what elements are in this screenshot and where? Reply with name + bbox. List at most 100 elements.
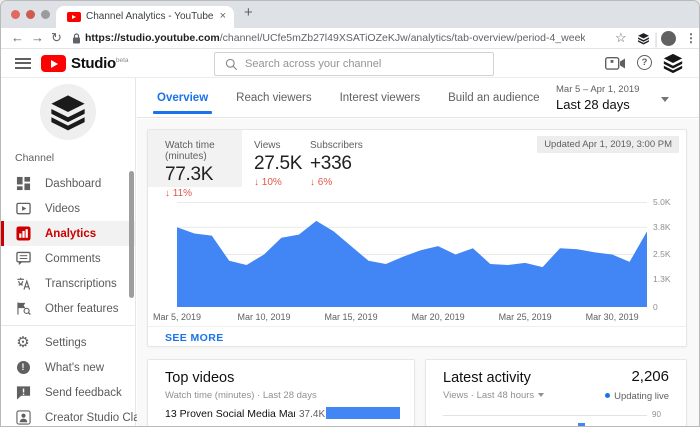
dashboard-icon: [15, 176, 31, 192]
sidebar-section-label: Channel: [15, 152, 54, 164]
metric-tab-watch-time[interactable]: Watch time (minutes) 77.3K ↓ 11%: [148, 130, 242, 187]
close-window-button[interactable]: [11, 10, 20, 19]
sidebar-item-label: Transcriptions: [45, 278, 117, 290]
back-button[interactable]: ←: [11, 28, 24, 49]
sidebar-item-label: Settings: [45, 337, 87, 349]
y-axis-tick: 2.5K: [653, 249, 671, 259]
bookmark-star-icon[interactable]: ☆: [615, 28, 627, 49]
browser-tab[interactable]: Channel Analytics - YouTube S ×: [56, 6, 234, 28]
tab-title: Channel Analytics - YouTube S: [86, 11, 216, 22]
latest-activity-bar: [578, 423, 585, 427]
metric-label: Watch time (minutes): [165, 140, 242, 162]
new-tab-button[interactable]: +: [244, 4, 253, 21]
top-video-row-value: 37.4K: [299, 409, 325, 420]
metric-delta: ↓ 11%: [165, 188, 242, 199]
analytics-icon: [15, 226, 31, 242]
browser-menu-icon[interactable]: ⋮: [685, 28, 697, 49]
x-axis-tick: Mar 25, 2019: [499, 312, 552, 322]
help-icon[interactable]: ?: [637, 55, 652, 70]
sidebar-item-settings[interactable]: ⚙ Settings: [1, 330, 135, 355]
sidebar-item-label: Other features: [45, 303, 119, 315]
sidebar-item-comments[interactable]: Comments: [1, 246, 135, 271]
studio-header: Studiobeta ?: [1, 49, 700, 78]
latest-activity-caret-icon[interactable]: [538, 393, 544, 397]
tab-interest-viewers[interactable]: Interest viewers: [326, 78, 435, 118]
top-videos-title: Top videos: [165, 370, 234, 386]
watch-time-area-chart: [177, 202, 647, 307]
sidebar-scrollbar[interactable]: [129, 171, 134, 298]
youtube-favicon-icon: [67, 12, 81, 22]
x-axis: Mar 5, 2019 Mar 10, 2019 Mar 15, 2019 Ma…: [177, 312, 647, 324]
browser-profile-avatar[interactable]: [661, 31, 676, 46]
date-range-text: Mar 5 – Apr 1, 2019: [556, 84, 686, 95]
sidebar-item-dashboard[interactable]: Dashboard: [1, 171, 135, 196]
x-axis-tick: Mar 20, 2019: [412, 312, 465, 322]
search-icon: [225, 58, 238, 71]
main-content: Watch time (minutes) 77.3K ↓ 11% Views 2…: [137, 119, 700, 427]
address-bar[interactable]: https://studio.youtube.com/channel/UCfe5…: [85, 28, 585, 49]
top-video-row-title[interactable]: 13 Proven Social Media Marketing Tips f.…: [165, 408, 295, 420]
channel-avatar-large[interactable]: [40, 84, 96, 140]
date-range-caret-icon[interactable]: [661, 97, 669, 102]
search-input[interactable]: [245, 53, 485, 75]
beta-badge: beta: [116, 57, 129, 64]
minimize-window-button[interactable]: [26, 10, 35, 19]
sidebar-item-creator-studio-classic[interactable]: Creator Studio Classic: [1, 405, 135, 427]
sidebar-item-videos[interactable]: Videos: [1, 196, 135, 221]
tab-close-icon[interactable]: ×: [220, 10, 226, 22]
x-axis-tick: Mar 15, 2019: [325, 312, 378, 322]
hamburger-menu-icon[interactable]: [15, 58, 31, 69]
sidebar-item-whats-new[interactable]: ! What's new: [1, 355, 135, 380]
search-box[interactable]: [214, 52, 494, 76]
reload-button[interactable]: ↻: [51, 28, 62, 49]
sidebar-item-other-features[interactable]: Other features: [1, 296, 135, 321]
card-divider: [148, 326, 686, 327]
settings-gear-icon: ⚙: [15, 335, 31, 351]
sidebar-item-label: Dashboard: [45, 178, 101, 190]
youtube-logo[interactable]: [41, 55, 66, 72]
latest-activity-card: Latest activity 2,206 Views · Last 48 ho…: [425, 359, 687, 427]
zoom-window-button[interactable]: [41, 10, 50, 19]
studio-wordmark[interactable]: Studiobeta: [71, 55, 129, 72]
x-axis-tick: Mar 30, 2019: [586, 312, 639, 322]
latest-activity-subtitle[interactable]: Views · Last 48 hours: [443, 390, 544, 401]
sidebar-item-label: Send feedback: [45, 387, 122, 399]
latest-activity-gridline: [443, 415, 647, 416]
sidebar-item-send-feedback[interactable]: Send feedback: [1, 380, 135, 405]
metric-tab-views[interactable]: Views 27.5K ↓ 10%: [242, 130, 298, 187]
metric-value: 27.5K: [254, 153, 298, 175]
live-dot-icon: [605, 393, 610, 398]
metric-label: Views: [254, 140, 298, 151]
browser-window: Channel Analytics - YouTube S × + ← → ↻ …: [0, 0, 700, 427]
browser-toolbar: ← → ↻ https://studio.youtube.com/channel…: [1, 28, 700, 49]
sidebar-item-transcriptions[interactable]: Transcriptions: [1, 271, 135, 296]
tab-reach-viewers[interactable]: Reach viewers: [222, 78, 325, 118]
overview-card: Watch time (minutes) 77.3K ↓ 11% Views 2…: [147, 129, 687, 347]
metric-tab-subscribers[interactable]: Subscribers +336 ↓ 6%: [298, 130, 368, 187]
sidebar-item-label: What's new: [45, 362, 104, 374]
tab-overview[interactable]: Overview: [143, 78, 222, 118]
layers-logo-icon: [47, 91, 89, 133]
comments-icon: [15, 251, 31, 267]
updating-live-indicator: Updating live: [605, 391, 669, 402]
y-axis-tick: 0: [653, 302, 658, 312]
forward-button[interactable]: →: [31, 28, 44, 49]
sidebar-item-label: Analytics: [45, 228, 96, 240]
lock-icon: [72, 33, 81, 44]
sidebar-menu: Dashboard Videos Analytics Comments: [1, 171, 135, 427]
tab-build-an-audience[interactable]: Build an audience: [434, 78, 553, 118]
latest-activity-total: 2,206: [631, 368, 669, 385]
create-video-icon[interactable]: [605, 57, 626, 70]
extension-layers-icon[interactable]: [637, 32, 650, 45]
analytics-tabs-row: Overview Reach viewers Interest viewers …: [137, 78, 700, 118]
channel-avatar-small[interactable]: [662, 52, 684, 74]
see-more-link[interactable]: SEE MORE: [165, 332, 224, 344]
metric-value: +336: [310, 153, 368, 175]
top-videos-subtitle: Watch time (minutes) · Last 28 days: [165, 390, 317, 401]
sidebar-item-analytics[interactable]: Analytics: [1, 221, 135, 246]
area-series: [177, 221, 647, 307]
sidebar-item-label: Comments: [45, 253, 101, 265]
metric-value: 77.3K: [165, 164, 242, 186]
creator-studio-classic-icon: [15, 410, 31, 426]
transcriptions-icon: [15, 276, 31, 292]
